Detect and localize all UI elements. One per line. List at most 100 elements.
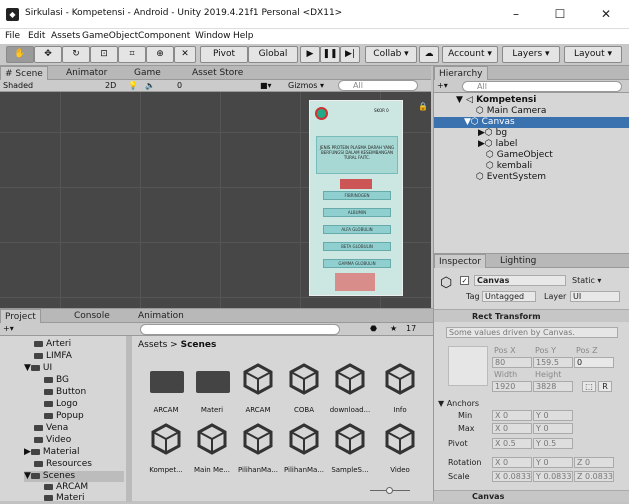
posx-field[interactable]: 80 xyxy=(492,357,532,368)
tab-inspector[interactable]: Inspector xyxy=(434,254,486,268)
gizmos-dropdown[interactable]: Gizmos ▾ xyxy=(288,81,324,90)
tab-project[interactable]: Project xyxy=(0,309,41,323)
audio-icon[interactable]: 🔈 xyxy=(145,81,155,90)
asset-scene-video[interactable]: Video xyxy=(370,421,430,481)
min-y-field[interactable]: Y 0 xyxy=(533,410,573,421)
min-x-field[interactable]: X 0 xyxy=(492,410,532,421)
cloud-icon[interactable]: ☁ xyxy=(419,46,439,63)
tab-asset-store[interactable]: Asset Store xyxy=(188,66,247,80)
pause-button[interactable]: ❚❚ xyxy=(320,46,340,63)
icon-size-slider-handle[interactable] xyxy=(386,487,393,494)
back-button-icon[interactable] xyxy=(315,107,328,120)
tab-scene[interactable]: # Scene xyxy=(0,66,48,80)
rect-tool-icon[interactable]: ⌗ xyxy=(118,46,146,63)
anchors-foldout[interactable]: ▼ Anchors xyxy=(438,399,479,408)
hierarchy-item-kompetensi[interactable]: ▼ ◁ Kompetensi xyxy=(456,95,626,106)
rotation-x-field[interactable]: X 0 xyxy=(492,457,532,468)
create-plus-icon[interactable]: +▾ xyxy=(437,81,448,90)
menu-window[interactable]: Window xyxy=(195,31,231,41)
answer-option-4[interactable]: BETA GLOBULIN xyxy=(323,242,391,251)
tab-hierarchy[interactable]: Hierarchy xyxy=(434,66,488,80)
maximize-button[interactable]: ☐ xyxy=(546,4,574,24)
hand-tool-icon[interactable]: ✋ xyxy=(6,46,34,63)
tab-console[interactable]: Console xyxy=(70,309,114,323)
hierarchy-item-gameobject[interactable]: ⬡ GameObject xyxy=(486,150,553,161)
canvas-preview[interactable]: SKOR 0 JENIS PROTEIN PLASMA DARAH YANG B… xyxy=(309,100,403,296)
pivot-y-field[interactable]: Y 0.5 xyxy=(533,438,573,449)
menu-gameobject[interactable]: GameObject xyxy=(82,31,138,41)
menu-file[interactable]: File xyxy=(5,31,20,41)
tree-item-popup[interactable]: Popup xyxy=(44,411,84,422)
tree-item-video[interactable]: Video xyxy=(34,435,71,446)
breadcrumb-assets[interactable]: Assets xyxy=(138,340,167,350)
answer-option-2[interactable]: ALBUMIN xyxy=(323,208,391,217)
hierarchy-item-canvas[interactable]: ▼⬡ Canvas xyxy=(434,117,629,128)
active-checkbox[interactable]: ✓ xyxy=(460,276,469,285)
scale-tool-icon[interactable]: ⊡ xyxy=(90,46,118,63)
scale-z-field[interactable]: Z 0.0833 xyxy=(574,471,614,482)
layers-dropdown[interactable]: Layers ▾ xyxy=(502,46,560,63)
layer-dropdown[interactable]: UI xyxy=(570,291,620,302)
tab-game[interactable]: Game xyxy=(130,66,165,80)
tree-item-resources[interactable]: Resources xyxy=(34,459,92,470)
star-icon[interactable]: ★ xyxy=(390,324,397,333)
max-y-field[interactable]: Y 0 xyxy=(533,423,573,434)
tree-item-bg[interactable]: BG xyxy=(44,375,69,386)
play-button[interactable]: ▶ xyxy=(300,46,320,63)
menu-help[interactable]: Help xyxy=(233,31,254,41)
blueprint-icon[interactable]: ⬚ xyxy=(582,381,596,392)
tree-item-ui[interactable]: ▼ UI xyxy=(24,363,52,374)
camera-icon[interactable]: ■▾ xyxy=(260,81,272,90)
hierarchy-item-label[interactable]: ▶⬡ label xyxy=(478,139,517,150)
collab-button[interactable]: Collab ▾ xyxy=(365,46,417,63)
hidden-objects-counter[interactable]: 0 xyxy=(177,81,182,90)
pivot-x-field[interactable]: X 0.5 xyxy=(492,438,532,449)
tree-item-logo[interactable]: Logo xyxy=(44,399,78,410)
tab-animator[interactable]: Animator xyxy=(62,66,111,80)
raw-edit-button[interactable]: R xyxy=(598,381,612,392)
close-button[interactable]: ✕ xyxy=(592,4,620,24)
hierarchy-item-eventsystem[interactable]: ⬡ EventSystem xyxy=(476,172,546,183)
rotation-y-field[interactable]: Y 0 xyxy=(533,457,573,468)
scene-search-input[interactable]: All xyxy=(338,80,418,91)
tree-item-scenes[interactable]: ▼ Scenes xyxy=(24,471,124,482)
answer-option-1[interactable]: FIBRINOGEN xyxy=(323,191,391,200)
pivot-toggle[interactable]: Pivot xyxy=(200,46,248,63)
max-x-field[interactable]: X 0 xyxy=(492,423,532,434)
object-name-field[interactable]: Canvas xyxy=(474,275,566,286)
menu-assets[interactable]: Assets xyxy=(51,31,80,41)
asset-scene-info[interactable]: Info xyxy=(370,361,430,421)
tag-dropdown[interactable]: Untagged xyxy=(482,291,536,302)
move-tool-icon[interactable]: ✥ xyxy=(34,46,62,63)
answer-option-3[interactable]: ALFA GLOBULIN xyxy=(323,225,391,234)
tree-item-arcam[interactable]: ARCAM xyxy=(44,482,88,493)
tree-item-vena[interactable]: Vena xyxy=(34,423,68,434)
hierarchy-item-kembali[interactable]: ⬡ kembali xyxy=(486,161,532,172)
posz-field[interactable]: 0 xyxy=(574,357,614,368)
tree-item-button[interactable]: Button xyxy=(44,387,86,398)
scale-x-field[interactable]: X 0.0833 xyxy=(492,471,532,482)
tab-lighting[interactable]: Lighting xyxy=(496,254,540,268)
width-field[interactable]: 1920 xyxy=(492,381,532,392)
custom-tool-icon[interactable]: ✕ xyxy=(174,46,196,63)
tree-scrollbar[interactable] xyxy=(126,336,132,502)
lighting-icon[interactable]: 💡 xyxy=(128,81,138,90)
canvas-component-header[interactable]: Canvas xyxy=(434,490,629,502)
account-dropdown[interactable]: Account ▾ xyxy=(442,46,498,63)
height-field[interactable]: 3828 xyxy=(533,381,573,392)
tree-item-limfa[interactable]: LIMFA xyxy=(34,351,72,362)
answer-option-5[interactable]: GAMMA GLOBULIN xyxy=(323,259,391,268)
tree-item-arteri[interactable]: Arteri xyxy=(34,339,71,350)
tab-animation[interactable]: Animation xyxy=(134,309,188,323)
minimize-button[interactable]: – xyxy=(502,4,530,24)
global-toggle[interactable]: Global xyxy=(248,46,298,63)
hierarchy-item-bg[interactable]: ▶⬡ bg xyxy=(478,128,507,139)
step-button[interactable]: ▶| xyxy=(340,46,360,63)
menu-component[interactable]: Component xyxy=(138,31,190,41)
tree-item-materi[interactable]: Materi xyxy=(44,493,85,504)
shading-dropdown[interactable]: Shaded xyxy=(3,81,33,90)
hierarchy-item-main-camera[interactable]: ⬡ Main Camera xyxy=(476,106,546,117)
mode-2d-toggle[interactable]: 2D xyxy=(105,81,116,90)
project-search-input[interactable] xyxy=(140,324,340,335)
menu-edit[interactable]: Edit xyxy=(28,31,45,41)
